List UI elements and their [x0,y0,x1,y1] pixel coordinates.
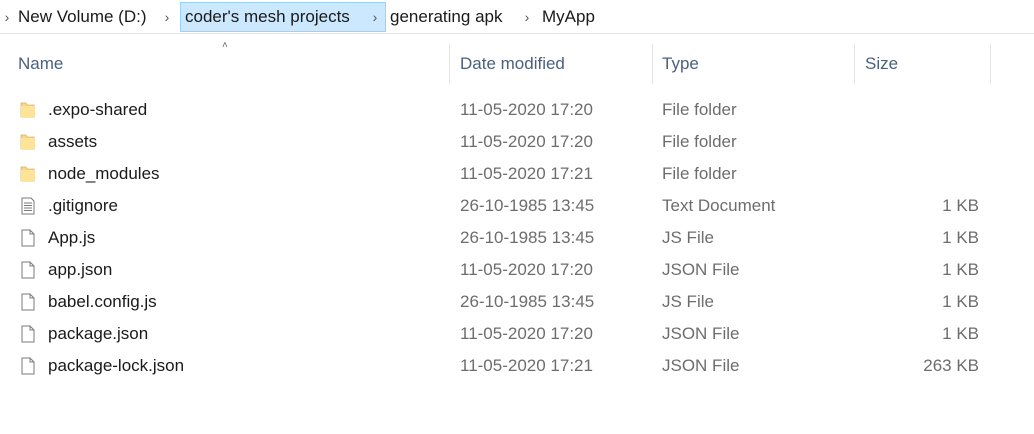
chevron-right-icon[interactable]: › [368,2,382,32]
chevron-right-icon[interactable]: › [0,2,14,32]
chevron-right-icon[interactable]: › [520,2,534,32]
file-name: app.json [48,260,113,279]
column-header-date[interactable]: Date modified [460,44,565,84]
breadcrumb-item-projects[interactable]: coder's mesh projects [180,2,386,32]
file-type: File folder [662,132,737,151]
file-name: assets [48,132,98,151]
file-type: JSON File [662,260,740,279]
file-name: App.js [48,228,96,247]
file-row[interactable]: babel.config.js 26-10-1985 13:45 JS File… [0,286,1034,318]
file-size: 1 KB [942,260,979,279]
file-date: 11-05-2020 17:20 [460,260,593,279]
breadcrumb-item-generating-apk[interactable]: generating apk [386,2,506,32]
file-row[interactable]: .expo-shared 11-05-2020 17:20 File folde… [0,94,1034,126]
file-row[interactable]: .gitignore 26-10-1985 13:45 Text Documen… [0,190,1034,222]
file-name: node_modules [48,164,160,183]
breadcrumb: › New Volume (D:) › coder's mesh project… [0,0,1034,34]
file-date: 26-10-1985 13:45 [460,292,595,311]
file-type: JSON File [662,324,740,343]
file-size: 1 KB [942,196,979,215]
breadcrumb-item-drive[interactable]: New Volume (D:) [14,2,150,32]
file-size: 1 KB [942,324,979,343]
file-row[interactable]: app.json 11-05-2020 17:20 JSON File 1 KB [0,254,1034,286]
column-header-type[interactable]: Type [662,44,699,84]
file-name: babel.config.js [48,292,157,311]
file-type: JS File [662,228,714,247]
file-date: 11-05-2020 17:20 [460,324,593,343]
file-size: 1 KB [942,292,979,311]
file-icon [21,293,35,311]
text-document-icon [21,197,35,215]
file-row[interactable]: App.js 26-10-1985 13:45 JS File 1 KB [0,222,1034,254]
column-divider[interactable] [854,44,855,84]
file-row[interactable]: node_modules 11-05-2020 17:21 File folde… [0,158,1034,190]
column-header-size[interactable]: Size [865,44,898,84]
file-row[interactable]: package-lock.json 11-05-2020 17:21 JSON … [0,350,1034,382]
column-divider[interactable] [652,44,653,84]
file-date: 11-05-2020 17:21 [460,164,593,183]
file-name: .expo-shared [48,100,148,119]
column-divider[interactable] [449,44,450,84]
file-type: JS File [662,292,714,311]
file-date: 11-05-2020 17:20 [460,100,593,119]
file-row[interactable]: assets 11-05-2020 17:20 File folder [0,126,1034,158]
column-divider[interactable] [990,44,991,84]
file-list: .expo-shared 11-05-2020 17:20 File folde… [0,94,1034,382]
file-date: 11-05-2020 17:20 [460,132,593,151]
file-icon [21,261,35,279]
file-size: 1 KB [942,228,979,247]
folder-icon [20,102,35,118]
file-date: 26-10-1985 13:45 [460,196,595,215]
file-icon [21,357,35,375]
folder-icon [20,166,35,182]
file-icon [21,325,35,343]
file-name: package.json [48,324,149,343]
file-name: package-lock.json [48,356,185,375]
file-date: 11-05-2020 17:21 [460,356,593,375]
breadcrumb-item-myapp[interactable]: MyApp [538,2,599,32]
file-name: .gitignore [48,196,118,215]
file-row[interactable]: package.json 11-05-2020 17:20 JSON File … [0,318,1034,350]
file-size: 263 KB [923,356,979,375]
file-type: JSON File [662,356,740,375]
file-type: File folder [662,164,737,183]
chevron-right-icon[interactable]: › [160,2,174,32]
column-header-row: Name Date modified Type Size [0,44,1034,84]
column-header-name[interactable]: Name [18,44,63,84]
file-icon [21,229,35,247]
file-date: 26-10-1985 13:45 [460,228,595,247]
file-type: File folder [662,100,737,119]
file-type: Text Document [662,196,776,215]
folder-icon [20,134,35,150]
